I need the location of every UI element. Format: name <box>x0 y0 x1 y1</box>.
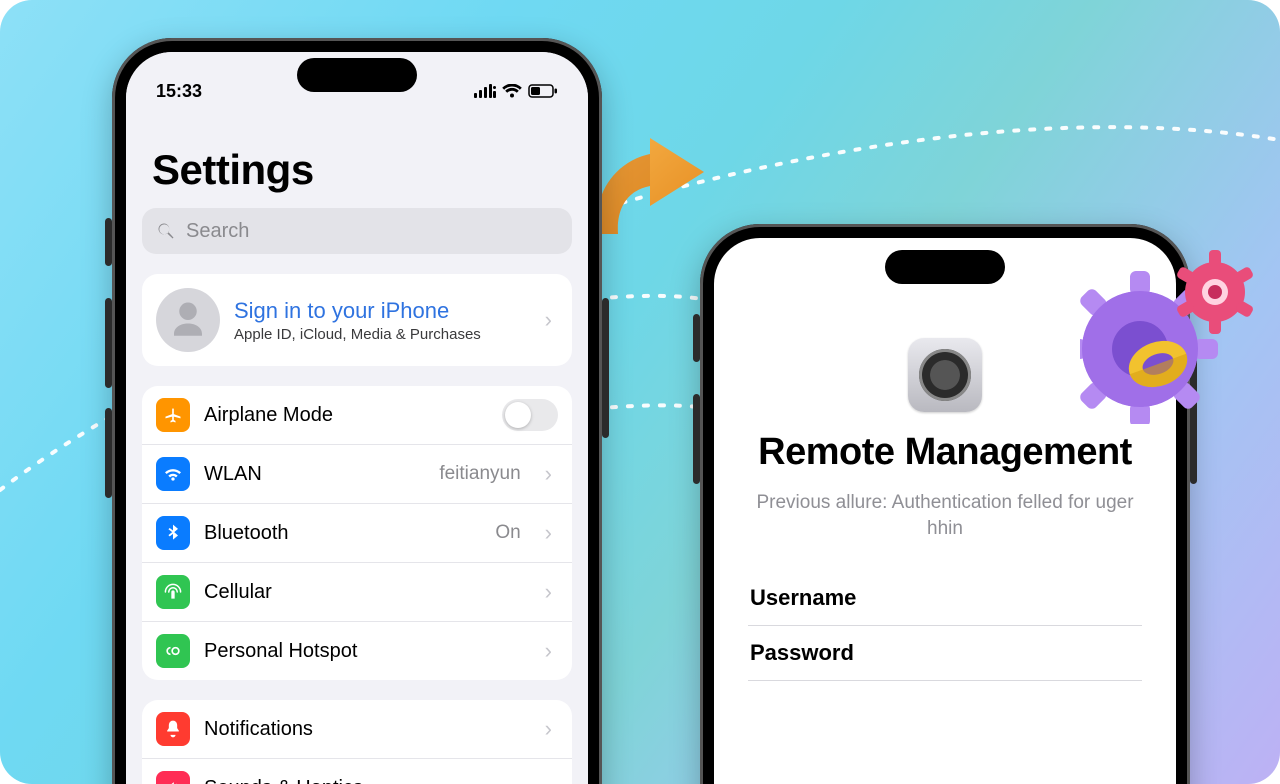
row-value: feitianyun <box>439 463 520 485</box>
phone-side-button <box>105 218 112 266</box>
row-notifications[interactable]: Notifications › <box>142 700 572 758</box>
chevron-right-icon: › <box>545 520 558 546</box>
sign-in-row[interactable]: Sign in to your iPhone Apple ID, iCloud,… <box>142 274 572 366</box>
phone-side-button <box>1190 344 1197 484</box>
avatar <box>156 288 220 352</box>
phone-screen: Remote Management Previous allure: Authe… <box>714 238 1176 784</box>
remote-management-subtitle: Previous allure: Authentication felled f… <box>748 490 1142 543</box>
chevron-right-icon: › <box>545 579 558 605</box>
search-placeholder: Search <box>186 220 249 243</box>
dynamic-island <box>885 250 1005 284</box>
page-title: Settings <box>142 118 572 208</box>
phone-side-button <box>693 314 700 362</box>
chevron-right-icon: › <box>545 461 558 487</box>
row-cellular[interactable]: Cellular › <box>142 562 572 621</box>
status-icons <box>474 84 558 98</box>
speaker-icon <box>156 771 190 784</box>
remote-management-title: Remote Management <box>748 430 1142 476</box>
illustration-canvas: 15:33 Settings Search <box>0 0 1280 784</box>
wifi-icon <box>502 84 522 98</box>
chevron-right-icon: › <box>545 716 558 742</box>
row-label: Personal Hotspot <box>204 640 357 663</box>
row-label: Bluetooth <box>204 522 289 545</box>
bluetooth-icon <box>156 516 190 550</box>
sign-in-subtitle: Apple ID, iCloud, Media & Purchases <box>234 326 481 343</box>
row-wlan[interactable]: WLAN feitianyun › <box>142 444 572 503</box>
row-airplane-mode[interactable]: Airplane Mode <box>142 386 572 444</box>
arrow-icon <box>588 138 708 248</box>
phone-side-button <box>105 298 112 388</box>
phone-side-button <box>105 408 112 498</box>
phone-side-button <box>693 394 700 484</box>
wifi-icon <box>156 457 190 491</box>
cellular-icon <box>474 84 496 98</box>
row-bluetooth[interactable]: Bluetooth On › <box>142 503 572 562</box>
cellular-icon <box>156 575 190 609</box>
row-sounds[interactable]: Sounds & Haptics › <box>142 758 572 784</box>
row-label: Sounds & Haptics <box>204 777 363 784</box>
row-label: WLAN <box>204 463 262 486</box>
phone-settings: 15:33 Settings Search <box>112 38 602 784</box>
airplane-toggle[interactable] <box>502 399 558 431</box>
phone-screen: 15:33 Settings Search <box>126 52 588 784</box>
row-label: Notifications <box>204 718 313 741</box>
phone-side-button <box>602 298 609 438</box>
username-field[interactable]: Username <box>748 571 1142 626</box>
row-label: Cellular <box>204 581 272 604</box>
row-label: Airplane Mode <box>204 404 333 427</box>
airplane-icon <box>156 398 190 432</box>
hotspot-icon <box>156 634 190 668</box>
search-input[interactable]: Search <box>142 208 572 254</box>
person-icon <box>167 299 209 341</box>
row-personal-hotspot[interactable]: Personal Hotspot › <box>142 621 572 680</box>
chevron-right-icon: › <box>545 775 558 784</box>
dynamic-island <box>297 58 417 92</box>
phone-remote-management: Remote Management Previous allure: Authe… <box>700 224 1190 784</box>
search-icon <box>156 221 176 241</box>
password-field[interactable]: Password <box>748 626 1142 681</box>
settings-app-icon <box>908 338 982 412</box>
chevron-right-icon: › <box>545 307 558 333</box>
battery-icon <box>528 84 558 98</box>
bell-icon <box>156 712 190 746</box>
status-time: 15:33 <box>156 81 202 102</box>
chevron-right-icon: › <box>545 638 558 664</box>
sign-in-title: Sign in to your iPhone <box>234 298 481 324</box>
row-value: On <box>495 522 520 544</box>
